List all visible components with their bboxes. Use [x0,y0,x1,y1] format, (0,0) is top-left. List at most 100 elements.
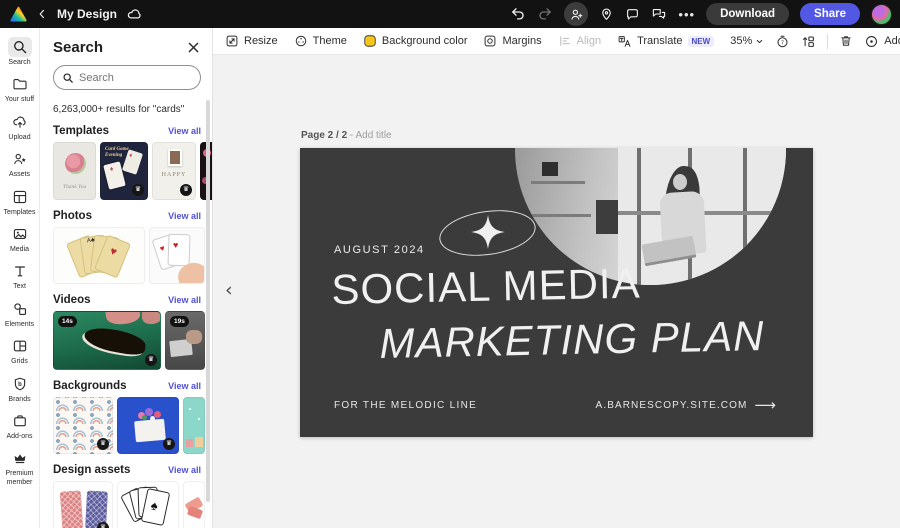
context-toolbar: Resize Theme Background color Margins Al… [213,28,900,55]
undo-button[interactable] [510,6,526,22]
page-title-placeholder[interactable]: - Add title [350,130,392,141]
premium-crown-badge: ♛ [163,438,175,450]
card-pip: ♦ [109,166,114,174]
view-all-videos[interactable]: View all [168,295,201,305]
background-color-button[interactable]: Background color [363,34,468,48]
video-thumb-2[interactable]: 19s [165,311,205,370]
view-all-photos[interactable]: View all [168,211,201,221]
assets-person-icon [8,149,32,169]
sidebar-item-assets[interactable]: Assets [0,145,40,182]
cloud-sync-icon [126,6,143,23]
slide-canvas[interactable]: AUGUST 2024 SOCIAL MEDIA MARKETING PLAN … [300,148,813,437]
slide-date-text[interactable]: AUGUST 2024 [334,244,425,256]
leaf-art [142,415,147,420]
search-panel: Search 6,263,000+ results for "cards" Te… [40,28,213,528]
location-pin-icon[interactable] [599,7,614,22]
brands-shield-icon: b [8,374,32,394]
back-chevron-icon[interactable] [36,8,48,20]
resize-button[interactable]: Resize [225,34,278,48]
sparkle-star-shape[interactable] [471,214,505,250]
sidebar-item-grids[interactable]: Grids [0,332,40,369]
align-button[interactable]: Align [558,34,601,48]
template-thumb-1[interactable]: Thank You [53,142,96,200]
adobe-express-logo-icon[interactable] [10,6,27,23]
more-options-button[interactable]: ••• [678,7,695,22]
photo-thumb-1[interactable]: ♥ A♣ [53,227,145,284]
snow-art [189,408,191,410]
sidebar-item-add-ons[interactable]: Add-ons [0,407,40,444]
sidebar-item-templates[interactable]: Templates [0,183,40,220]
folder-icon [8,74,32,94]
document-title[interactable]: My Design [57,7,117,21]
asset-thumb-3[interactable] [183,481,205,528]
woman-face-art [673,174,687,190]
slide-footer-right[interactable]: A.BARNESCOPY.SITE.COM ⟶ [596,398,777,413]
template-thumb-2[interactable]: Card Game Evening ♦ ♦ ♛ [100,142,148,200]
backgrounds-row: ♛ ♛ [53,397,201,454]
sidebar-item-media[interactable]: Media [0,220,40,257]
shelf-art [531,181,585,184]
house-art [186,439,193,447]
invite-collaborator-button[interactable] [564,2,588,26]
background-thumb-3[interactable] [183,397,205,454]
search-input-icon [62,72,74,84]
previous-page-button[interactable]: ‹ [225,281,233,300]
template-thumb-3[interactable]: HAPPY ♛ [152,142,196,200]
shelf-art [526,214,591,217]
premium-crown-badge: ♛ [97,438,109,450]
video-thumb-1[interactable]: 14s ♛ [53,311,161,370]
view-all-design-assets[interactable]: View all [168,465,201,475]
premium-crown-badge: ♛ [180,184,192,196]
sidebar-item-your-stuff[interactable]: Your stuff [0,70,40,107]
reorder-pages-button[interactable] [801,34,816,49]
main-area: Resize Theme Background color Margins Al… [213,28,900,528]
sidebar-item-brands[interactable]: b Brands [0,370,40,407]
chevron-down-icon [755,37,764,46]
redo-button[interactable] [537,6,553,22]
grids-icon [8,336,32,356]
background-thumb-2[interactable]: ♛ [117,397,179,454]
sidebar-item-elements[interactable]: Elements [0,295,40,332]
theme-button[interactable]: Theme [294,34,347,48]
flower-art [150,416,155,421]
margins-button[interactable]: Margins [483,34,541,48]
slide-title-line2[interactable]: MARKETING PLAN [379,315,765,365]
asset-thumb-1[interactable]: ♛ [53,481,113,528]
hand-art [142,311,161,324]
delete-page-button[interactable] [839,34,853,48]
user-avatar[interactable] [871,4,892,25]
page-indicator[interactable]: Page 2 / 2 - Add title [301,130,392,141]
sidebar-item-search[interactable]: Search [0,33,40,70]
zoom-level-dropdown[interactable]: 35% [730,35,764,47]
view-all-templates[interactable]: View all [168,126,201,136]
background-thumb-1[interactable]: ♛ [53,397,113,454]
media-image-icon [8,224,32,244]
comment-button[interactable] [625,7,640,22]
premium-crown-badge: ♛ [145,354,157,366]
translate-button[interactable]: Translate NEW [617,34,714,49]
slide-footer-left[interactable]: FOR THE MELODIC LINE [334,400,477,411]
view-all-backgrounds[interactable]: View all [168,381,201,391]
add-page-button[interactable]: Add [864,34,900,49]
close-panel-button[interactable] [186,40,201,55]
share-button[interactable]: Share [800,3,860,25]
slide-title-line1[interactable]: SOCIAL MEDIA [331,263,641,311]
sidebar-item-premium-member[interactable]: Premium member [0,444,40,490]
feedback-chats-icon[interactable] [651,6,667,22]
sidebar-item-text[interactable]: Text [0,257,40,294]
window-frame [743,148,747,285]
search-input[interactable] [79,72,192,84]
sidebar-item-upload[interactable]: Upload [0,108,40,145]
left-icon-rail: Search Your stuff Upload Assets [0,28,40,528]
shelf-item-art [542,162,558,176]
asset-thumb-2[interactable]: ♠ [117,481,179,528]
photo-thumb-2[interactable]: ♥ ♥ [149,227,205,284]
panel-scrollbar[interactable] [206,100,210,502]
svg-text:b: b [18,382,22,388]
text-icon [8,261,32,281]
videos-row: 14s ♛ 19s [53,311,201,370]
section-title-design-assets: Design assets [53,464,130,476]
panel-title: Search [53,39,103,56]
download-button[interactable]: Download [706,3,789,25]
page-duration-button[interactable]: 7 [775,34,790,49]
